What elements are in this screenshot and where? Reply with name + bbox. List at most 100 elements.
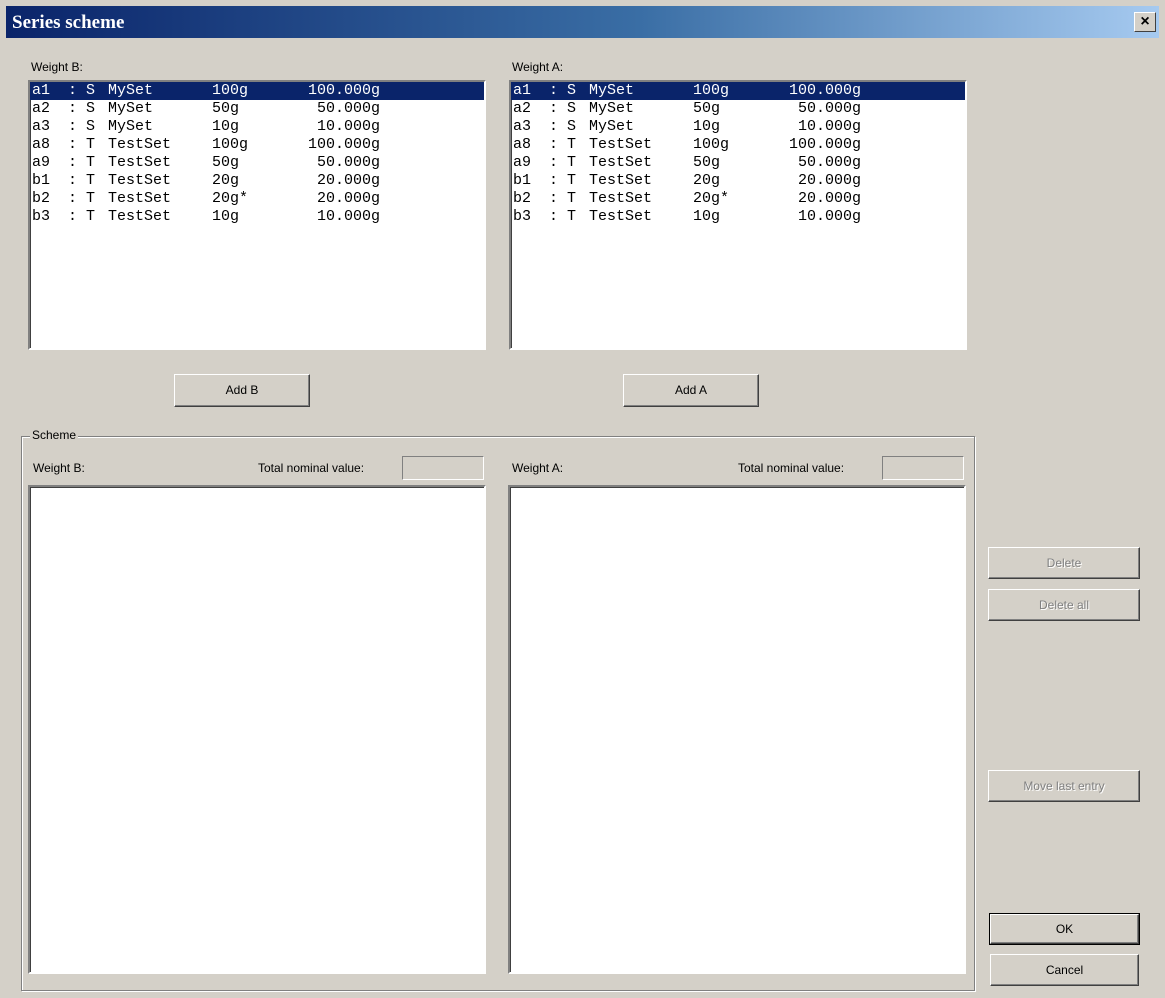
list-item-type: T <box>86 208 96 225</box>
list-item-separator: : <box>549 136 559 153</box>
list-item[interactable]: a2: S MySet 50g 50.000g <box>30 100 484 118</box>
list-item-set: TestSet <box>589 208 653 225</box>
list-item-set: TestSet <box>108 136 172 153</box>
list-item-separator: : <box>68 154 78 171</box>
scheme-weight-b-listbox[interactable] <box>28 485 486 974</box>
add-a-button[interactable]: Add A <box>623 374 759 407</box>
list-item-id: b3 <box>32 208 51 225</box>
list-item-nominal: 50g <box>212 154 240 171</box>
list-item-actual: 20.000g <box>316 190 380 207</box>
list-item-type: S <box>86 118 96 135</box>
list-item-type: S <box>86 100 96 117</box>
weight-a-listbox[interactable]: a1: S MySet 100g 100.000g a2: S MySet 50g 50.000g… <box>509 80 967 350</box>
add-b-button[interactable]: Add B <box>174 374 310 407</box>
delete-all-button[interactable]: Delete all <box>988 589 1140 621</box>
weight-a-list-label: Weight A: <box>512 60 564 74</box>
list-item-id: a1 <box>513 82 532 99</box>
title-bar[interactable]: Series scheme × <box>6 6 1159 38</box>
delete-all-button-label: Delete all <box>1038 598 1090 612</box>
list-item[interactable]: a1: S MySet 100g 100.000g <box>511 82 965 100</box>
list-item-id: a8 <box>32 136 51 153</box>
list-item-id: b2 <box>32 190 51 207</box>
total-b-field <box>402 456 484 480</box>
scheme-group-title: Scheme <box>30 428 79 442</box>
list-item-id: b1 <box>32 172 51 189</box>
list-item-set: MySet <box>589 100 635 117</box>
list-item-type: T <box>86 136 96 153</box>
list-item-actual: 20.000g <box>797 172 861 189</box>
list-item[interactable]: a9: T TestSet 50g 50.000g <box>30 154 484 172</box>
list-item-set: MySet <box>589 118 635 135</box>
total-a-field <box>882 456 964 480</box>
list-item-nominal: 50g <box>212 100 240 117</box>
list-item-separator: : <box>68 100 78 117</box>
list-item[interactable]: a8: T TestSet 100g 100.000g <box>511 136 965 154</box>
list-item-nominal: 100g <box>693 136 730 153</box>
list-item[interactable]: b1: T TestSet 20g 20.000g <box>30 172 484 190</box>
delete-button-label: Delete <box>1046 556 1082 570</box>
list-item-actual: 50.000g <box>316 154 380 171</box>
cancel-button[interactable]: Cancel <box>990 954 1139 986</box>
list-item-set: MySet <box>108 100 154 117</box>
list-item-set: MySet <box>589 82 635 99</box>
list-item-id: a2 <box>32 100 51 117</box>
list-item-separator: : <box>68 118 78 135</box>
list-item[interactable]: a8: T TestSet 100g 100.000g <box>30 136 484 154</box>
list-item-id: b3 <box>513 208 532 225</box>
list-item-actual: 10.000g <box>316 118 380 135</box>
list-item-nominal: 20g* <box>693 190 730 207</box>
window-title: Series scheme <box>12 12 125 33</box>
list-item-nominal: 100g <box>693 82 730 99</box>
move-last-entry-button-label: Move last entry <box>1023 779 1105 793</box>
weight-b-listbox[interactable]: a1: S MySet 100g 100.000g a2: S MySet 50g 50.000g… <box>28 80 486 350</box>
scheme-weight-a-label: Weight A: <box>512 461 564 475</box>
scheme-weight-a-listbox[interactable] <box>508 485 966 974</box>
list-item[interactable]: a3: S MySet 10g 10.000g <box>30 118 484 136</box>
list-item[interactable]: b2: T TestSet 20g* 20.000g <box>511 190 965 208</box>
list-item-actual: 50.000g <box>316 100 380 117</box>
list-item[interactable]: a3: S MySet 10g 10.000g <box>511 118 965 136</box>
list-item-nominal: 20g <box>212 172 240 189</box>
list-item[interactable]: b3: T TestSet 10g 10.000g <box>511 208 965 226</box>
list-item-actual: 20.000g <box>797 190 861 207</box>
weight-b-list-label: Weight B: <box>31 60 83 74</box>
list-item-set: TestSet <box>108 154 172 171</box>
list-item-actual: 20.000g <box>316 172 380 189</box>
list-item-id: a9 <box>513 154 532 171</box>
list-item-separator: : <box>68 172 78 189</box>
list-item-actual: 10.000g <box>316 208 380 225</box>
close-button[interactable]: × <box>1134 12 1156 32</box>
delete-button[interactable]: Delete <box>988 547 1140 579</box>
list-item-actual: 100.000g <box>307 82 380 99</box>
list-item-nominal: 100g <box>212 82 249 99</box>
list-item-type: T <box>567 136 577 153</box>
list-item-nominal: 10g <box>212 208 240 225</box>
list-item[interactable]: a9: T TestSet 50g 50.000g <box>511 154 965 172</box>
list-item[interactable]: b1: T TestSet 20g 20.000g <box>511 172 965 190</box>
list-item-set: TestSet <box>589 136 653 153</box>
list-item-nominal: 10g <box>212 118 240 135</box>
ok-button[interactable]: OK <box>989 913 1140 945</box>
add-b-button-label: Add B <box>225 383 259 397</box>
add-a-button-label: Add A <box>674 383 708 397</box>
list-item-type: T <box>86 172 96 189</box>
list-item-type: T <box>567 208 577 225</box>
move-last-entry-button[interactable]: Move last entry <box>988 770 1140 802</box>
list-item-nominal: 20g* <box>212 190 249 207</box>
list-item-separator: : <box>549 208 559 225</box>
list-item-type: T <box>86 154 96 171</box>
list-item-id: a8 <box>513 136 532 153</box>
scheme-weight-b-label: Weight B: <box>33 461 85 475</box>
list-item-id: a3 <box>513 118 532 135</box>
list-item-nominal: 100g <box>212 136 249 153</box>
list-item-type: S <box>567 118 577 135</box>
list-item-actual: 100.000g <box>788 136 861 153</box>
list-item[interactable]: b3: T TestSet 10g 10.000g <box>30 208 484 226</box>
list-item-id: b1 <box>513 172 532 189</box>
list-item-separator: : <box>549 100 559 117</box>
list-item[interactable]: b2: T TestSet 20g* 20.000g <box>30 190 484 208</box>
list-item-id: a3 <box>32 118 51 135</box>
list-item[interactable]: a2: S MySet 50g 50.000g <box>511 100 965 118</box>
ok-button-label: OK <box>1055 922 1074 936</box>
list-item[interactable]: a1: S MySet 100g 100.000g <box>30 82 484 100</box>
